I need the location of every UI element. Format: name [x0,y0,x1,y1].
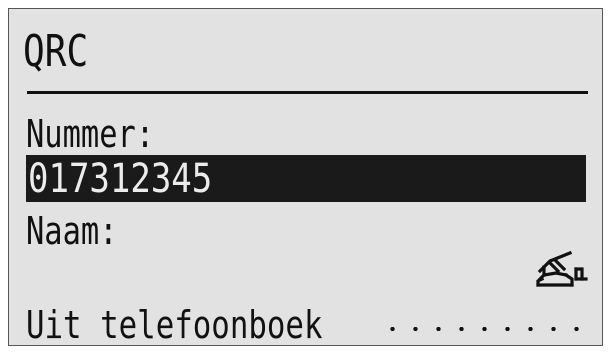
screen-title: QRC [23,26,89,77]
phonebook-option[interactable]: Uit telefoonboek [26,304,322,345]
phone-handset-icon[interactable] [536,249,588,289]
number-label: Nummer: [26,112,155,156]
title-divider [27,91,588,94]
lcd-screen: QRC Nummer: 017312345 Naam: Uit telefoon… [8,8,603,346]
name-label: Naam: [26,209,118,253]
dotted-leader [381,327,586,331]
number-value[interactable]: 017312345 [28,156,212,202]
